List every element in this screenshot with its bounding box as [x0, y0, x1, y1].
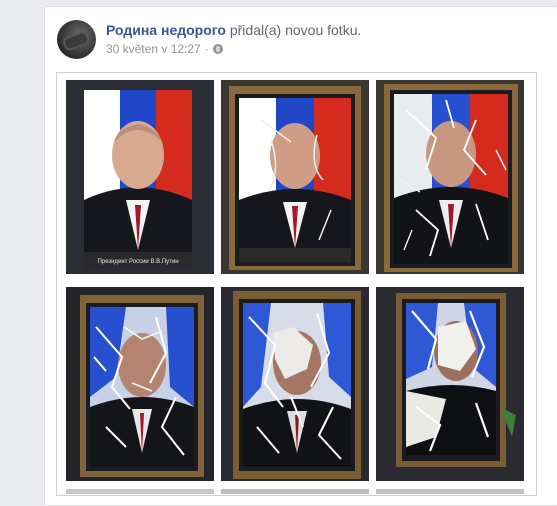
photo-4[interactable]	[66, 287, 214, 481]
photo-5[interactable]	[221, 287, 369, 481]
post-header: Родина недорого přidal(a) novou fotku.	[106, 22, 361, 38]
post-timestamp[interactable]: 30 květen v 12:27	[106, 42, 201, 56]
post-meta: 30 květen v 12:27 ·	[106, 42, 223, 56]
photo-9[interactable]	[376, 489, 524, 494]
author-name-link[interactable]: Родина недорого	[106, 22, 226, 38]
photo-3[interactable]	[376, 80, 524, 274]
photo-8[interactable]	[221, 489, 369, 494]
photo-2[interactable]	[221, 80, 369, 274]
meta-separator: ·	[204, 42, 209, 56]
photo-6[interactable]	[376, 287, 524, 481]
post-action-text: přidal(a) novou fotku.	[225, 22, 362, 38]
author-avatar[interactable]	[57, 20, 96, 59]
globe-icon[interactable]	[212, 44, 223, 54]
photo-7[interactable]	[66, 489, 214, 494]
photo-1-caption: Президент России В.В.Путин	[97, 259, 178, 265]
photo-1[interactable]: Президент России В.В.Путин	[66, 80, 214, 274]
